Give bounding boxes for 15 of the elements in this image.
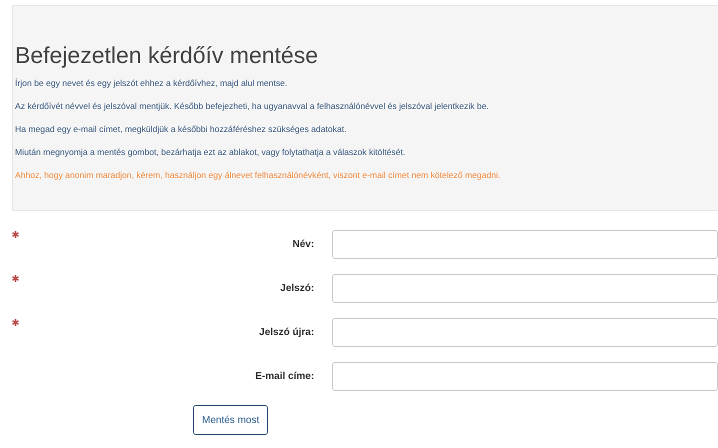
field-label: Jelszó újra:	[258, 326, 314, 338]
warning-text: Ahhoz, hogy anonim maradjon, kérem, használjon egy álnevet felhasználónévként, viszont e-mail címet nem kötelező megadni.	[15, 169, 502, 181]
info-text: Ha megad egy e-mail címet, megküldjük a későbbi hozzáféréshez szükséges adatokat.	[15, 123, 348, 135]
info-text: Miután megnyomja a mentés gombot, bezárhatja ezt az ablakot, vagy folytathatja a válaszok kitöltését.	[15, 146, 406, 158]
info-text: Az kérdőívét névvel és jelszóval mentjük. Később befejezheti, ha ugyanavval a felhasználónévvel és jelszóval jelentkezik be.	[15, 100, 490, 112]
input-field[interactable]	[332, 318, 718, 346]
input-field[interactable]	[332, 362, 718, 390]
page-title: Befejezetlen kérdőív mentése	[15, 42, 320, 69]
save-button[interactable]: Mentés most	[193, 405, 268, 435]
field-label: Név:	[291, 238, 314, 250]
info-text: Írjon be egy nevet és egy jelszót ehhez a kérdőívhez, majd alul mentse.	[15, 77, 288, 89]
field-label: Jelszó:	[279, 282, 314, 294]
input-field[interactable]	[332, 230, 718, 258]
field-label: E-mail címe:	[254, 370, 314, 382]
input-field[interactable]	[332, 274, 718, 302]
